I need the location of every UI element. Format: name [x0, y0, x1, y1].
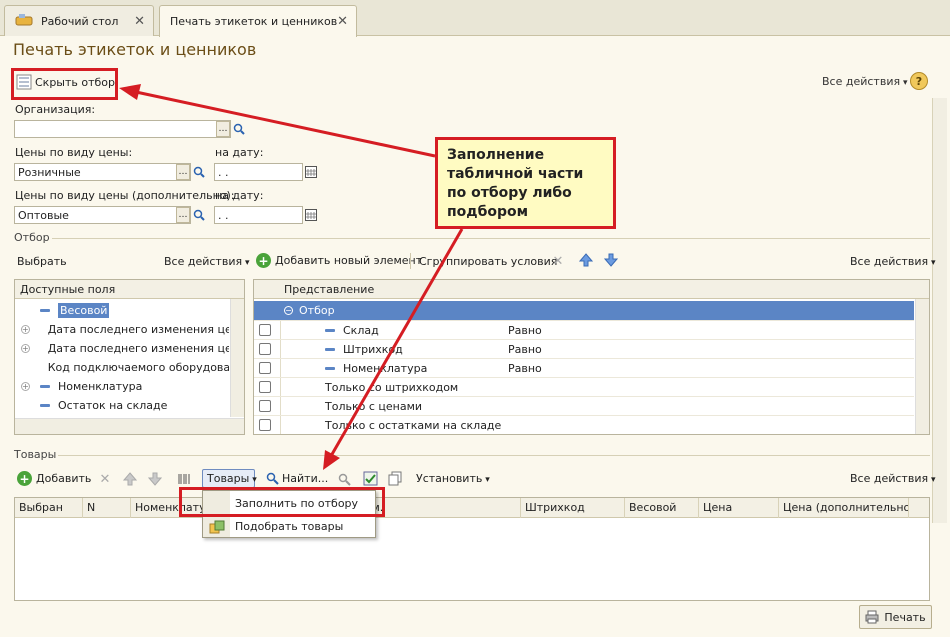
arrow-to-goods-menu — [329, 228, 464, 457]
printer-icon — [865, 610, 879, 624]
arrowhead — [119, 84, 141, 100]
annotation-arrows — [119, 84, 464, 470]
arrow-to-hide-filter — [135, 90, 436, 158]
print-button[interactable]: Печать — [859, 605, 932, 629]
